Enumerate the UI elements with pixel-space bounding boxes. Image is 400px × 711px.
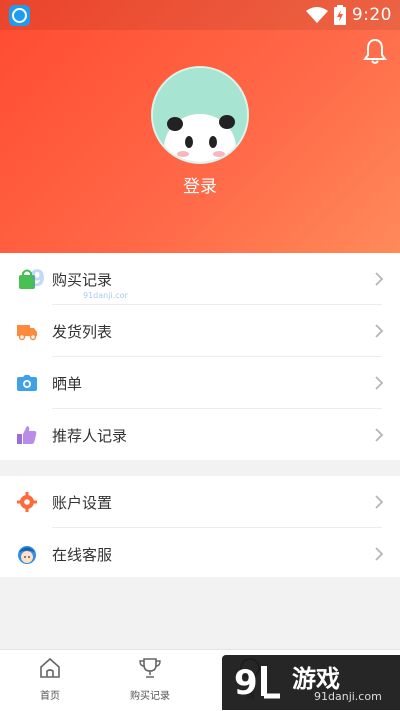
chevron-right-icon (375, 547, 384, 561)
menu-item-share-order[interactable]: 晒单 (0, 357, 400, 409)
camera-icon (17, 375, 37, 391)
menu-group-orders: 购买记录 发货列表 晒单 推荐人记录 (0, 253, 400, 460)
brand-watermark: 9 游戏 91danji.com (222, 655, 400, 710)
menu-item-label: 发货列表 (52, 322, 113, 341)
svg-text:9: 9 (234, 663, 258, 702)
chevron-right-icon (375, 428, 384, 442)
menu-item-referrer-records[interactable]: 推荐人记录 (0, 409, 400, 461)
menu-item-label: 账户设置 (52, 493, 113, 512)
tab-label: 购买记录 (130, 691, 170, 702)
chevron-right-icon (375, 495, 384, 509)
menu-item-label: 购买记录 (52, 270, 113, 289)
trophy-icon (139, 658, 161, 678)
shopping-bag-icon (19, 269, 35, 289)
app-notification-icon (9, 5, 30, 26)
panda-avatar[interactable] (151, 66, 249, 164)
menu-item-shipping-list[interactable]: 发货列表 (0, 305, 400, 357)
chevron-right-icon (375, 324, 384, 338)
tab-purchase-records[interactable]: 购买记录 (100, 650, 200, 711)
brand-logo-icon: 9 (234, 663, 280, 702)
menu-item-label: 在线客服 (52, 545, 113, 564)
status-time: 9:20 (351, 5, 392, 25)
menu-group-account: 账户设置 在线客服 (0, 476, 400, 577)
chevron-right-icon (375, 272, 384, 286)
brand-url: 91danji.com (314, 690, 382, 703)
brand-title: 游戏 (292, 665, 340, 693)
wifi-icon (305, 7, 328, 23)
chevron-right-icon (375, 376, 384, 390)
thumbs-up-icon (17, 426, 37, 444)
delivery-truck-icon (17, 325, 37, 341)
status-bar: 9:20 (0, 0, 400, 30)
menu-item-label: 推荐人记录 (52, 426, 128, 445)
gear-icon (17, 492, 37, 512)
menu-item-label: 晒单 (52, 374, 83, 393)
battery-icon (333, 5, 346, 25)
menu-item-purchase-records[interactable]: 购买记录 (0, 253, 400, 305)
tab-label: 首页 (40, 691, 60, 702)
home-icon (40, 657, 60, 678)
menu-item-online-service[interactable]: 在线客服 (0, 528, 400, 580)
login-button[interactable]: 登录 (0, 172, 400, 197)
profile-header: 9:20 登录 (0, 0, 400, 253)
bell-icon[interactable] (362, 38, 388, 66)
customer-service-icon (18, 546, 36, 564)
menu-item-account-settings[interactable]: 账户设置 (0, 476, 400, 528)
tab-home[interactable]: 首页 (0, 650, 100, 711)
